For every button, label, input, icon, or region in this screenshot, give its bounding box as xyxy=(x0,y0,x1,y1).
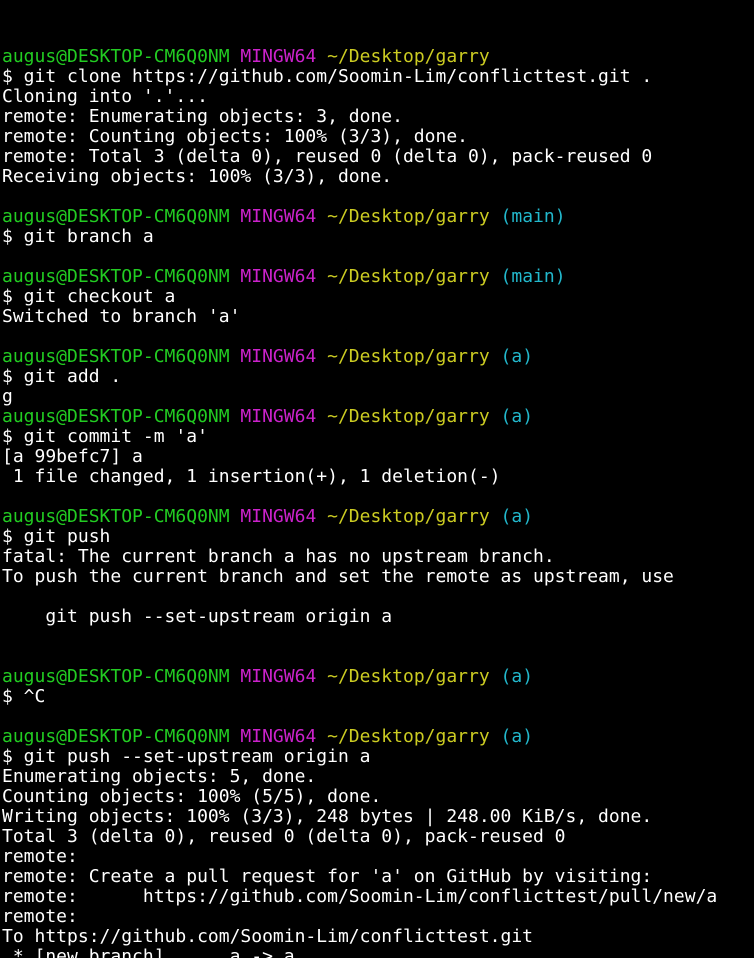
command-line: $ git checkout a xyxy=(2,286,176,307)
prompt-line: augus@DESKTOP-CM6Q0NM MINGW64 ~/Desktop/… xyxy=(2,507,754,527)
terminal-output: augus@DESKTOP-CM6Q0NM MINGW64 ~/Desktop/… xyxy=(2,47,754,958)
prompt-line: augus@DESKTOP-CM6Q0NM MINGW64 ~/Desktop/… xyxy=(2,347,754,367)
output-line: remote: xyxy=(2,906,78,927)
prompt-path: ~/Desktop/garry xyxy=(327,726,490,747)
prompt-user: augus@DESKTOP-CM6Q0NM xyxy=(2,506,230,527)
prompt-env: MINGW64 xyxy=(240,206,317,227)
prompt-path: ~/Desktop/garry xyxy=(327,406,490,427)
prompt-line: augus@DESKTOP-CM6Q0NM MINGW64 ~/Desktop/… xyxy=(2,47,754,67)
output-line: remote: Counting objects: 100% (3/3), do… xyxy=(2,126,468,147)
output-line: Enumerating objects: 5, done. xyxy=(2,766,317,787)
prompt-user: augus@DESKTOP-CM6Q0NM xyxy=(2,266,230,287)
output-line: Switched to branch 'a' xyxy=(2,306,241,327)
prompt-env: MINGW64 xyxy=(240,346,317,367)
output-line: remote: Enumerating objects: 3, done. xyxy=(2,106,403,127)
prompt-line: augus@DESKTOP-CM6Q0NM MINGW64 ~/Desktop/… xyxy=(2,207,754,227)
output-line: 1 file changed, 1 insertion(+), 1 deleti… xyxy=(2,466,501,487)
prompt-env: MINGW64 xyxy=(240,506,317,527)
prompt-line: augus@DESKTOP-CM6Q0NM MINGW64 ~/Desktop/… xyxy=(2,727,754,747)
output-line: remote: xyxy=(2,846,78,867)
prompt-user: augus@DESKTOP-CM6Q0NM xyxy=(2,666,230,687)
command-line: $ git push xyxy=(2,526,111,547)
prompt-path: ~/Desktop/garry xyxy=(327,346,490,367)
terminal-window[interactable]: augus@DESKTOP-CM6Q0NM MINGW64 ~/Desktop/… xyxy=(0,0,754,958)
output-line: Writing objects: 100% (3/3), 248 bytes |… xyxy=(2,806,653,827)
prompt-path: ~/Desktop/garry xyxy=(327,206,490,227)
prompt-branch: (main) xyxy=(500,206,566,227)
output-line: Counting objects: 100% (5/5), done. xyxy=(2,786,382,807)
prompt-branch: (a) xyxy=(500,726,534,747)
prompt-env: MINGW64 xyxy=(240,406,317,427)
prompt-user: augus@DESKTOP-CM6Q0NM xyxy=(2,406,230,427)
command-line: $ git clone https://github.com/Soomin-Li… xyxy=(2,66,653,87)
prompt-user: augus@DESKTOP-CM6Q0NM xyxy=(2,206,230,227)
prompt-env: MINGW64 xyxy=(240,46,317,67)
prompt-branch: (a) xyxy=(500,406,534,427)
command-line: $ git add . xyxy=(2,366,122,387)
command-line: $ ^C xyxy=(2,686,46,707)
prompt-branch: (a) xyxy=(500,506,534,527)
output-line: To https://github.com/Soomin-Lim/conflic… xyxy=(2,926,534,947)
command-line: $ git push --set-upstream origin a xyxy=(2,746,371,767)
command-line: $ git branch a xyxy=(2,226,154,247)
command-line: $ git commit -m 'a' xyxy=(2,426,208,447)
output-line: Receiving objects: 100% (3/3), done. xyxy=(2,166,393,187)
output-line: * [new branch] a -> a xyxy=(2,946,295,958)
prompt-user: augus@DESKTOP-CM6Q0NM xyxy=(2,726,230,747)
prompt-path: ~/Desktop/garry xyxy=(327,46,490,67)
prompt-path: ~/Desktop/garry xyxy=(327,666,490,687)
prompt-branch: (a) xyxy=(500,666,534,687)
prompt-user: augus@DESKTOP-CM6Q0NM xyxy=(2,46,230,67)
output-line: To push the current branch and set the r… xyxy=(2,566,674,587)
prompt-env: MINGW64 xyxy=(240,666,317,687)
output-line: [a 99befc7] a xyxy=(2,446,143,467)
output-line: fatal: The current branch a has no upstr… xyxy=(2,546,555,567)
prompt-line: augus@DESKTOP-CM6Q0NM MINGW64 ~/Desktop/… xyxy=(2,667,754,687)
prompt-line: augus@DESKTOP-CM6Q0NM MINGW64 ~/Desktop/… xyxy=(2,407,754,427)
prompt-path: ~/Desktop/garry xyxy=(327,506,490,527)
output-line: remote: Total 3 (delta 0), reused 0 (del… xyxy=(2,146,653,167)
output-line: remote: Create a pull request for 'a' on… xyxy=(2,866,653,887)
prompt-env: MINGW64 xyxy=(240,726,317,747)
output-line: remote: https://github.com/Soomin-Lim/co… xyxy=(2,886,718,907)
output-line: Total 3 (delta 0), reused 0 (delta 0), p… xyxy=(2,826,566,847)
output-line: Cloning into '.'... xyxy=(2,86,208,107)
prompt-env: MINGW64 xyxy=(240,266,317,287)
prompt-branch: (main) xyxy=(500,266,566,287)
prompt-branch: (a) xyxy=(500,346,534,367)
prompt-user: augus@DESKTOP-CM6Q0NM xyxy=(2,346,230,367)
prompt-line: augus@DESKTOP-CM6Q0NM MINGW64 ~/Desktop/… xyxy=(2,267,754,287)
prompt-path: ~/Desktop/garry xyxy=(327,266,490,287)
output-line: g xyxy=(2,386,13,407)
output-line: git push --set-upstream origin a xyxy=(2,606,393,627)
